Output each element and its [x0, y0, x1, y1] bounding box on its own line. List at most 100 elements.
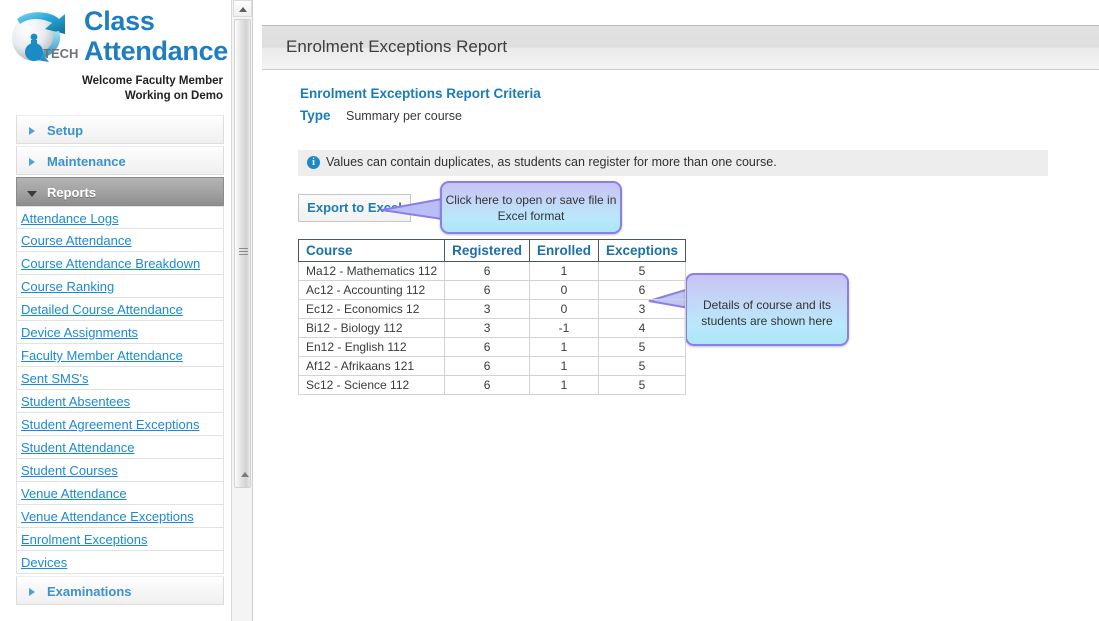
cell-registered: 6 [444, 261, 530, 281]
cell-course: En12 - English 112 [297, 337, 446, 357]
sidebar-section-maintenance[interactable]: Maintenance [16, 146, 224, 175]
sidebar-scrollbar[interactable] [231, 0, 253, 621]
scroll-up-arrow-icon [239, 7, 247, 12]
sidebar: TECH Class Attendance Welcome Faculty Me… [0, 0, 232, 621]
cell-enrolled: 1 [528, 356, 599, 376]
callout-text: Details of course and its students are s… [701, 298, 833, 328]
table-row[interactable]: Af12 - Afrikaans 121 6 1 5 [297, 356, 687, 376]
sidebar-item-label[interactable]: Enrolment Exceptions [19, 528, 147, 551]
table-row[interactable]: Ac12 - Accounting 112 6 0 6 [297, 280, 687, 300]
sidebar-item-label[interactable]: Attendance Logs [19, 207, 119, 230]
column-header-registered[interactable]: Registered [444, 239, 530, 262]
cell-course: Sc12 - Science 112 [297, 375, 446, 395]
sidebar-item-label[interactable]: Devices [19, 551, 67, 574]
scroll-grip-icon [239, 248, 248, 257]
welcome-text: Welcome Faculty Member [81, 75, 223, 87]
sidebar-item-student-absentees[interactable]: Student Absentees [16, 390, 224, 413]
cell-exceptions: 6 [597, 280, 687, 300]
cell-enrolled: 0 [528, 280, 599, 300]
scrollbar-up-button[interactable] [233, 0, 252, 17]
cell-enrolled: 1 [528, 261, 599, 281]
sidebar-item-label[interactable]: Student Attendance [19, 436, 134, 459]
sidebar-item-detailed-course-attendance[interactable]: Detailed Course Attendance [16, 298, 224, 321]
cell-registered: 6 [444, 375, 530, 395]
column-header-enrolled[interactable]: Enrolled [528, 239, 599, 262]
page-title: Enrolment Exceptions Report [286, 37, 508, 56]
criteria-type-label: Type [300, 108, 331, 123]
cell-registered: 6 [444, 337, 530, 357]
sidebar-section-label: Maintenance [47, 154, 126, 169]
sidebar-item-sent-sms-s[interactable]: Sent SMS's [16, 367, 224, 390]
cell-course: Af12 - Afrikaans 121 [297, 356, 446, 376]
criteria-heading[interactable]: Enrolment Exceptions Report Criteria [300, 86, 541, 101]
globe-arrow-logo-icon: TECH [12, 12, 78, 62]
cell-exceptions: 3 [597, 299, 687, 319]
sidebar-item-label[interactable]: Venue Attendance Exceptions [19, 505, 194, 528]
sidebar-item-label[interactable]: Device Assignments [19, 321, 138, 344]
sidebar-item-label[interactable]: Sent SMS's [19, 367, 89, 390]
table-row[interactable]: Ma12 - Mathematics 112 6 1 5 [297, 261, 687, 281]
chevron-right-icon [29, 158, 35, 166]
sidebar-item-label[interactable]: Student Agreement Exceptions [19, 413, 200, 436]
brand-title: Class Attendance [84, 6, 229, 66]
svg-text:TECH: TECH [43, 46, 78, 61]
sidebar-item-label[interactable]: Course Attendance Breakdown [19, 252, 200, 275]
column-header-exceptions[interactable]: Exceptions [597, 239, 687, 262]
cell-registered: 3 [444, 299, 530, 319]
cell-enrolled: 1 [528, 337, 599, 357]
cell-exceptions: 5 [597, 356, 687, 376]
page-header-bar: Enrolment Exceptions Report [262, 25, 1099, 70]
sidebar-item-faculty-member-attendance[interactable]: Faculty Member Attendance [16, 344, 224, 367]
cell-exceptions: 5 [597, 261, 687, 281]
sidebar-item-label[interactable]: Student Courses [19, 459, 118, 482]
sidebar-item-label[interactable]: Course Ranking [19, 275, 114, 298]
sidebar-item-attendance-logs[interactable]: Attendance Logs [16, 206, 224, 229]
info-message-bar: i Values can contain duplicates, as stud… [298, 150, 1048, 176]
cell-course: Ma12 - Mathematics 112 [297, 261, 446, 281]
sidebar-item-label[interactable]: Venue Attendance [19, 482, 127, 505]
sidebar-item-course-ranking[interactable]: Course Ranking [16, 275, 224, 298]
sidebar-item-label[interactable]: Student Absentees [19, 390, 130, 413]
cell-exceptions: 5 [597, 337, 687, 357]
sidebar-item-enrolment-exceptions[interactable]: Enrolment Exceptions [16, 528, 224, 551]
info-circle-icon: i [307, 156, 320, 169]
sidebar-section-label: Reports [47, 185, 97, 200]
sidebar-section-setup[interactable]: Setup [16, 115, 224, 144]
column-header-course[interactable]: Course [297, 239, 446, 262]
sidebar-item-devices[interactable]: Devices [16, 551, 224, 574]
sidebar-section-reports[interactable]: Reports [16, 177, 224, 206]
cell-exceptions: 5 [597, 375, 687, 395]
sidebar-item-student-attendance[interactable]: Student Attendance [16, 436, 224, 459]
sidebar-item-device-assignments[interactable]: Device Assignments [16, 321, 224, 344]
callout-table-hint: Details of course and its students are s… [685, 273, 849, 346]
cell-course: Ec12 - Economics 12 [297, 299, 446, 319]
sidebar-item-course-attendance[interactable]: Course Attendance [16, 229, 224, 252]
cell-registered: 6 [444, 280, 530, 300]
sidebar-item-student-courses[interactable]: Student Courses [16, 459, 224, 482]
table-row[interactable]: Sc12 - Science 112 6 1 5 [297, 375, 687, 395]
sidebar-item-label[interactable]: Faculty Member Attendance [19, 344, 183, 367]
cell-registered: 6 [444, 356, 530, 376]
sidebar-item-course-attendance-breakdown[interactable]: Course Attendance Breakdown [16, 252, 224, 275]
table-row[interactable]: Bi12 - Biology 112 3 -1 4 [297, 318, 687, 338]
cell-enrolled: 0 [528, 299, 599, 319]
chevron-right-icon [29, 127, 35, 135]
chevron-down-icon [27, 191, 37, 197]
main-content: Enrolment Exceptions Report Enrolment Ex… [254, 0, 1099, 621]
sidebar-item-label[interactable]: Detailed Course Attendance [19, 298, 183, 321]
sidebar-item-label[interactable]: Course Attendance [19, 229, 132, 252]
brand-title-line2: Attendance [84, 36, 229, 66]
callout-export-hint: Click here to open or save file in Excel… [440, 181, 622, 234]
sidebar-item-student-agreement-exceptions[interactable]: Student Agreement Exceptions [16, 413, 224, 436]
table-row[interactable]: Ec12 - Economics 12 3 0 3 [297, 299, 687, 319]
working-on-text: Working on Demo [124, 90, 223, 102]
sidebar-section-label: Examinations [47, 584, 132, 599]
sidebar-item-venue-attendance-exceptions[interactable]: Venue Attendance Exceptions [16, 505, 224, 528]
brand-title-line1: Class [84, 6, 155, 36]
cell-course: Bi12 - Biology 112 [297, 318, 446, 338]
scrollbar-thumb[interactable] [234, 19, 251, 488]
table-row[interactable]: En12 - English 112 6 1 5 [297, 337, 687, 357]
cell-registered: 3 [444, 318, 530, 338]
sidebar-item-venue-attendance[interactable]: Venue Attendance [16, 482, 224, 505]
sidebar-section-examinations[interactable]: Examinations [16, 576, 224, 605]
